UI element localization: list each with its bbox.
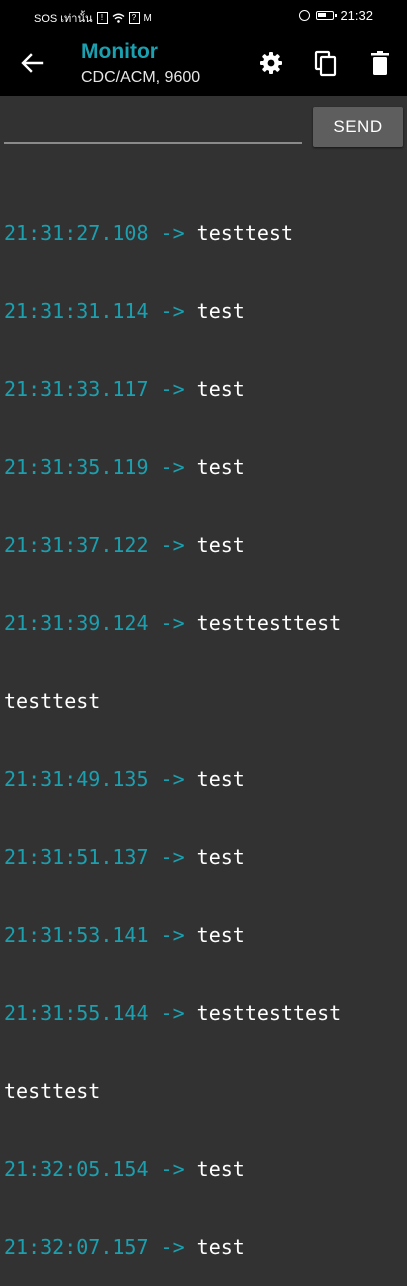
log-text: testtest [196, 221, 293, 245]
log-text: testtest [4, 689, 101, 713]
log-line: 21:31:27.108 -> testtest [4, 220, 404, 246]
log-timestamp: 21:31:51.137 [4, 845, 149, 869]
log-line: 21:31:35.119 -> test [4, 454, 404, 480]
log-text: test [196, 299, 245, 323]
log-line: 21:31:33.117 -> test [4, 376, 404, 402]
trash-icon[interactable] [365, 48, 395, 78]
log-line: 21:32:07.157 -> test [4, 1234, 404, 1260]
gmail-icon: M [143, 12, 152, 24]
sim-icon: ! [96, 12, 108, 24]
log-arrow: -> [148, 377, 197, 401]
log-line: 21:31:51.137 -> test [4, 844, 404, 870]
log-text: testtest [4, 1079, 101, 1103]
log-timestamp: 21:31:53.141 [4, 923, 149, 947]
log-text: test [196, 533, 245, 557]
status-left: SOS เท่านั้น ! ? M [34, 9, 152, 27]
status-right: 21:32 [299, 8, 373, 23]
log-timestamp: 21:31:37.122 [4, 533, 149, 557]
log-text: testtesttest [196, 1001, 342, 1025]
log-arrow: -> [148, 533, 197, 557]
log-line: 21:31:53.141 -> test [4, 922, 404, 948]
copy-icon[interactable] [311, 48, 341, 78]
log-text: test [196, 377, 245, 401]
status-bar: SOS เท่านั้น ! ? M 21:32 [0, 0, 407, 34]
log-timestamp: 21:32:07.157 [4, 1235, 149, 1259]
carrier-text: SOS เท่านั้น [34, 13, 93, 25]
log-line: 21:31:31.114 -> test [4, 298, 404, 324]
alarm-icon [299, 10, 311, 21]
log-arrow: -> [148, 221, 197, 245]
log-line: 21:31:37.122 -> test [4, 532, 404, 558]
wifi-icon [112, 13, 124, 23]
log-line: testtest [4, 1078, 404, 1104]
log-text: testtesttest [196, 611, 342, 635]
log-arrow: -> [148, 845, 197, 869]
log-arrow: -> [148, 1157, 197, 1181]
settings-gear-icon[interactable] [256, 48, 286, 78]
log-arrow: -> [148, 299, 197, 323]
connection-subtitle: CDC/ACM, 9600 [81, 69, 201, 86]
send-text-input[interactable] [4, 110, 302, 144]
log-timestamp: 21:31:33.117 [4, 377, 149, 401]
log-text: test [196, 923, 245, 947]
log-timestamp: 21:31:31.114 [4, 299, 149, 323]
battery-icon [316, 11, 338, 20]
nfc-icon: ? [128, 12, 140, 24]
page-title: Monitor [81, 40, 158, 63]
app-bar: Monitor CDC/ACM, 9600 [0, 34, 407, 96]
log-arrow: -> [148, 1001, 197, 1025]
log-line: testtest [4, 688, 404, 714]
log-timestamp: 21:31:39.124 [4, 611, 149, 635]
log-arrow: -> [148, 455, 197, 479]
log-timestamp: 21:32:05.154 [4, 1157, 149, 1181]
log-arrow: -> [148, 1235, 197, 1259]
log-text: test [196, 767, 245, 791]
log-timestamp: 21:31:35.119 [4, 455, 149, 479]
log-timestamp: 21:31:49.135 [4, 767, 149, 791]
log-text: test [196, 455, 245, 479]
log-text: test [196, 1157, 245, 1181]
log-arrow: -> [148, 767, 197, 791]
log-timestamp: 21:31:27.108 [4, 221, 149, 245]
log-line: 21:32:05.154 -> test [4, 1156, 404, 1182]
log-line: 21:31:39.124 -> testtesttest [4, 610, 404, 636]
status-time: 21:32 [340, 8, 373, 23]
log-line: 21:31:55.144 -> testtesttest [4, 1000, 404, 1026]
back-arrow-icon[interactable] [18, 49, 46, 77]
log-arrow: -> [148, 611, 197, 635]
log-timestamp: 21:31:55.144 [4, 1001, 149, 1025]
log-line: 21:31:49.135 -> test [4, 766, 404, 792]
log-arrow: -> [148, 923, 197, 947]
send-button[interactable]: SEND [313, 107, 403, 147]
serial-log[interactable]: 21:31:27.108 -> testtest 21:31:31.114 ->… [4, 168, 404, 1286]
log-text: test [196, 1235, 245, 1259]
log-text: test [196, 845, 245, 869]
